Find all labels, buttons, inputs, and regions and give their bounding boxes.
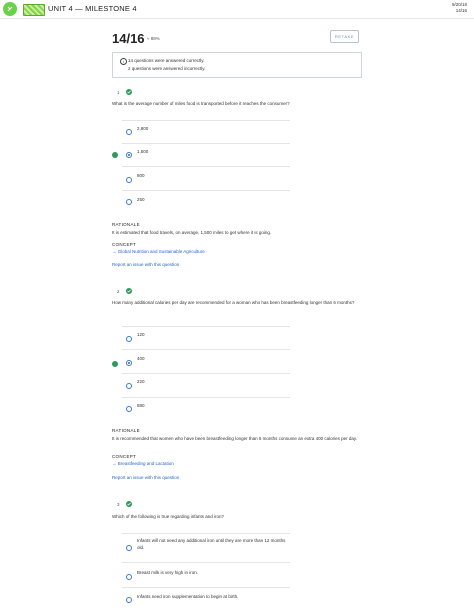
rationale-text: It is recommended that women who have be… xyxy=(112,436,358,441)
option-label[interactable]: 400 xyxy=(137,355,292,362)
score-total: 14/16 xyxy=(112,31,145,46)
option-label[interactable]: 2,800 xyxy=(137,125,292,132)
question-number: 3 xyxy=(117,502,120,507)
rationale-text: It is estimated that food travels, on av… xyxy=(112,230,272,235)
correct-answer-icon xyxy=(112,361,118,373)
option-radio[interactable] xyxy=(126,597,132,603)
option-divider xyxy=(122,373,290,374)
results-summary: i 14 questions were answered correctly. … xyxy=(112,52,362,78)
option-label[interactable]: 1,500 xyxy=(137,148,292,155)
rationale-label: RATIONALE xyxy=(112,222,140,227)
question-text: How many additional calories per day are… xyxy=(112,300,355,305)
rationale-label: RATIONALE xyxy=(112,428,140,433)
retake-button[interactable]: RETAKE xyxy=(330,30,359,43)
option-divider xyxy=(122,587,290,588)
option-label[interactable]: 880 xyxy=(137,402,292,409)
question-number: 1 xyxy=(117,90,120,95)
option-label[interactable]: 220 xyxy=(137,378,292,385)
option-label[interactable]: 800 xyxy=(137,172,292,179)
correct-check-icon xyxy=(126,501,132,507)
concept-label: CONCEPT xyxy=(112,454,137,459)
info-icon: i xyxy=(120,58,127,65)
unit-badge-icon xyxy=(23,4,45,16)
question-text: Which of the following is true regarding… xyxy=(112,514,225,519)
option-radio[interactable] xyxy=(126,177,132,183)
option-radio[interactable] xyxy=(126,406,132,412)
option-divider xyxy=(122,533,290,534)
sophia-logo-icon[interactable] xyxy=(3,2,17,16)
option-label[interactable]: Breast milk is very high in iron. xyxy=(137,569,292,576)
option-divider xyxy=(122,166,290,167)
option-label[interactable]: 120 xyxy=(137,331,292,338)
score-percent: ≈ 88% xyxy=(147,36,160,41)
option-divider xyxy=(122,562,290,563)
top-bar: UNIT 4 — MILESTONE 4 9/20/18 14/16 xyxy=(0,0,474,19)
page-title: UNIT 4 — MILESTONE 4 xyxy=(48,4,137,13)
option-divider xyxy=(122,120,290,121)
option-radio[interactable] xyxy=(126,574,132,580)
option-divider xyxy=(122,349,290,350)
concept-label: CONCEPT xyxy=(112,242,137,247)
option-label[interactable]: Infants will not need any additional iro… xyxy=(137,537,292,551)
option-divider xyxy=(122,190,290,191)
correct-check-icon xyxy=(126,288,132,294)
option-radio[interactable] xyxy=(126,199,132,205)
option-radio[interactable] xyxy=(126,129,132,135)
correct-check-icon xyxy=(126,89,132,95)
header-meta: 9/20/18 14/16 xyxy=(452,2,467,14)
question-number: 2 xyxy=(117,289,120,294)
summary-correct: 14 questions were answered correctly. xyxy=(128,58,205,63)
option-radio[interactable] xyxy=(126,336,132,342)
option-divider xyxy=(122,397,290,398)
option-radio-selected[interactable] xyxy=(126,152,132,158)
report-issue-link[interactable]: Report an issue with this question xyxy=(112,475,179,480)
correct-answer-icon xyxy=(112,152,118,164)
concept-link[interactable]: → Global Nutrition and Sustainable Agric… xyxy=(112,249,205,254)
concept-link[interactable]: → Breastfeeding and Lactation xyxy=(112,461,174,466)
option-divider xyxy=(122,143,290,144)
option-radio[interactable] xyxy=(126,545,132,551)
option-radio-selected[interactable] xyxy=(126,360,132,366)
report-issue-link[interactable]: Report an issue with this question xyxy=(112,262,179,267)
question-text: What is the average number of miles food… xyxy=(112,101,290,106)
option-radio[interactable] xyxy=(126,383,132,389)
option-label[interactable]: Infants need iron supplementation to beg… xyxy=(137,593,292,600)
header-score: 14/16 xyxy=(455,8,467,13)
summary-incorrect: 2 questions were answered incorrectly. xyxy=(128,66,206,71)
option-divider xyxy=(122,326,290,327)
option-label[interactable]: 250 xyxy=(137,196,292,203)
